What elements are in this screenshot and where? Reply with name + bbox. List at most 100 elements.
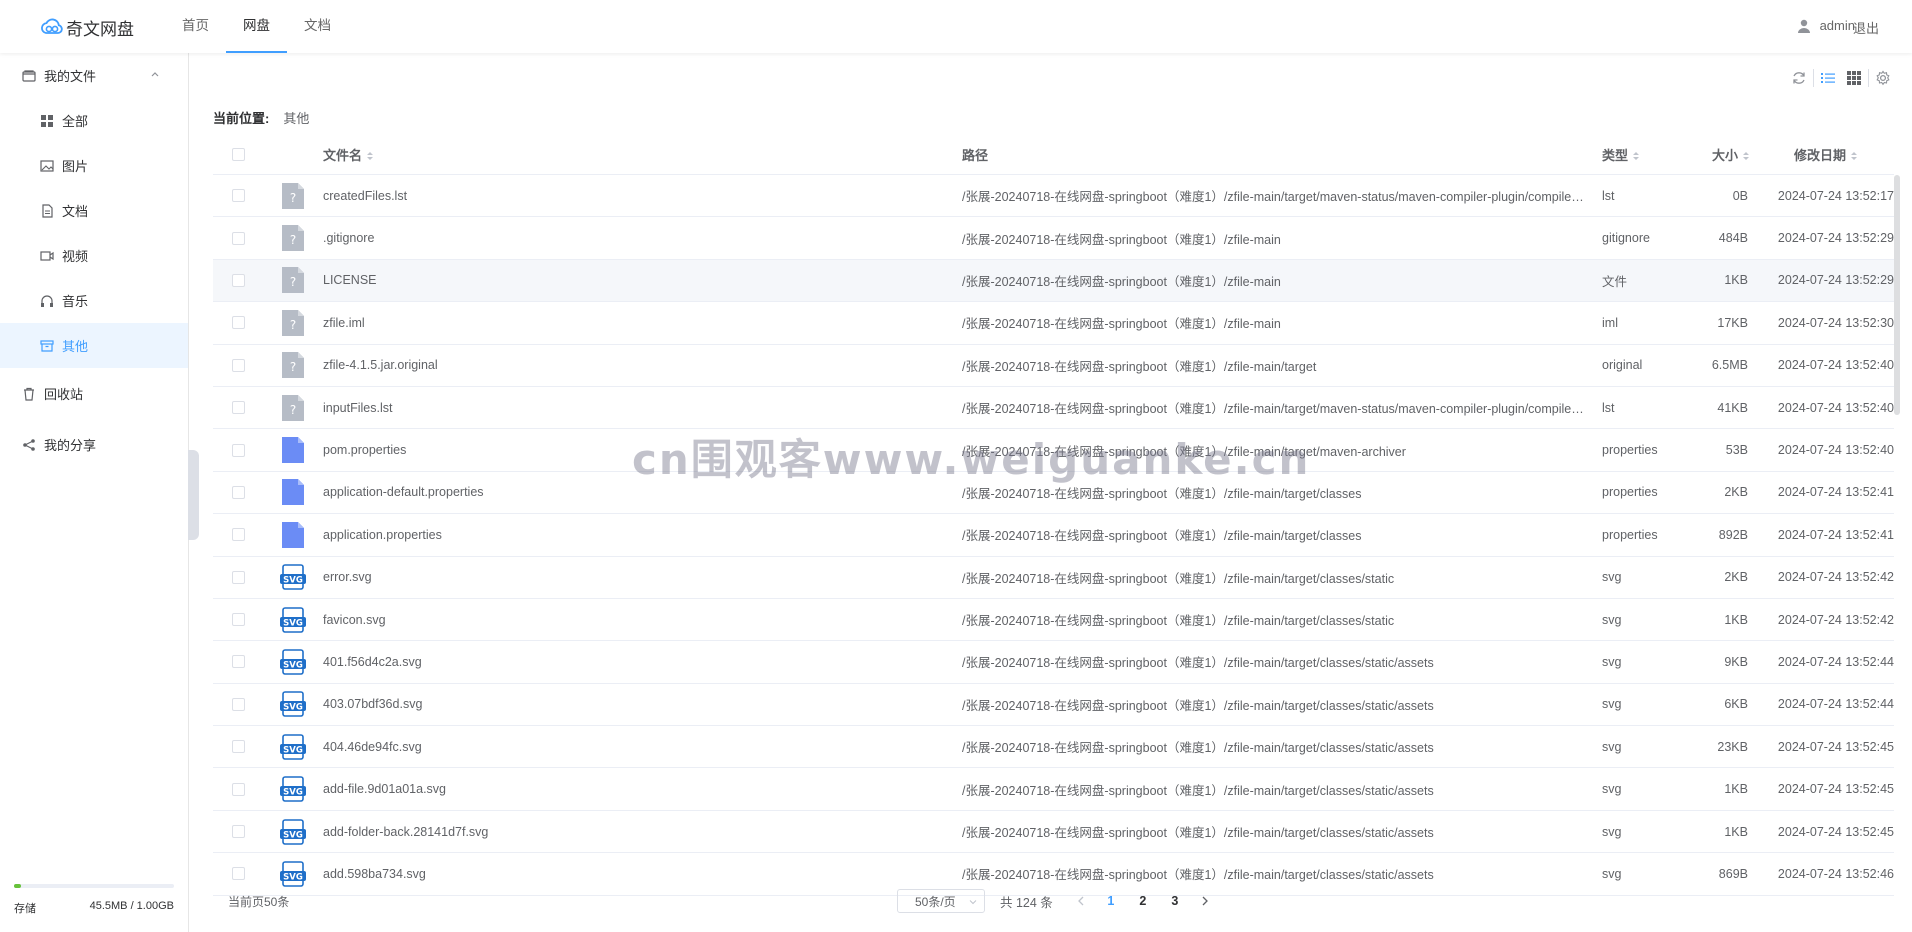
file-path[interactable]: /张展-20240718-在线网盘-springboot（难度1）/zfile-… xyxy=(962,695,1602,714)
file-path[interactable]: /张展-20240718-在线网盘-springboot（难度1）/zfile-… xyxy=(962,864,1602,883)
row-checkbox[interactable] xyxy=(231,401,245,415)
table-row[interactable]: SVG 404.46de94fc.svg/张展-20240718-在线网盘-spr… xyxy=(213,726,1894,769)
next-page-button[interactable] xyxy=(1191,896,1219,906)
file-path[interactable]: /张展-20240718-在线网盘-springboot（难度1）/zfile-… xyxy=(962,610,1602,629)
row-checkbox[interactable] xyxy=(231,655,245,669)
file-name[interactable]: error.svg xyxy=(323,570,962,584)
nav-docs[interactable]: 文档 xyxy=(287,0,348,53)
list-view-button[interactable] xyxy=(1815,67,1841,89)
table-row[interactable]: ? zfile.iml/张展-20240718-在线网盘-springboot（难… xyxy=(213,302,1894,345)
table-row[interactable]: pom.properties/张展-20240718-在线网盘-springbo… xyxy=(213,429,1894,472)
row-checkbox[interactable] xyxy=(231,358,245,372)
refresh-button[interactable] xyxy=(1786,67,1812,89)
file-name[interactable]: add-folder-back.28141d7f.svg xyxy=(323,825,962,839)
page-1[interactable]: 1 xyxy=(1095,894,1127,908)
page-2[interactable]: 2 xyxy=(1127,894,1159,908)
header-name[interactable]: 文件名 xyxy=(323,145,962,164)
app-logo[interactable]: 奇文网盘 xyxy=(40,16,134,40)
row-checkbox[interactable] xyxy=(231,782,245,796)
file-name[interactable]: 401.f56d4c2a.svg xyxy=(323,655,962,669)
file-name[interactable]: .gitignore xyxy=(323,231,962,245)
page-3[interactable]: 3 xyxy=(1159,894,1191,908)
row-checkbox[interactable] xyxy=(231,316,245,330)
table-row[interactable]: ? zfile-4.1.5.jar.original/张展-20240718-在线… xyxy=(213,345,1894,387)
prev-page-button[interactable] xyxy=(1067,896,1095,906)
sidebar-my-files[interactable]: 我的文件 xyxy=(0,53,188,98)
file-path[interactable]: /张展-20240718-在线网盘-springboot（难度1）/zfile-… xyxy=(962,186,1602,205)
table-row[interactable]: application.properties/张展-20240718-在线网盘-… xyxy=(213,514,1894,557)
sidebar-recycle-bin[interactable]: 回收站 xyxy=(0,371,188,416)
table-row[interactable]: ? .gitignore/张展-20240718-在线网盘-springboot（… xyxy=(213,217,1894,260)
table-row[interactable]: ? createdFiles.lst/张展-20240718-在线网盘-sprin… xyxy=(213,175,1894,218)
nav-home[interactable]: 首页 xyxy=(165,0,226,53)
sidebar-my-share[interactable]: 我的分享 xyxy=(0,422,188,467)
file-path[interactable]: /张展-20240718-在线网盘-springboot（难度1）/zfile-… xyxy=(962,356,1602,375)
page-size-select[interactable]: 50条/页 xyxy=(897,889,985,913)
file-path[interactable]: /张展-20240718-在线网盘-springboot（难度1）/zfile-… xyxy=(962,822,1602,841)
table-row[interactable]: SVG 401.f56d4c2a.svg/张展-20240718-在线网盘-spr… xyxy=(213,641,1894,684)
row-checkbox[interactable] xyxy=(231,613,245,627)
row-checkbox[interactable] xyxy=(231,740,245,754)
row-checkbox[interactable] xyxy=(231,273,245,287)
sidebar-item-all[interactable]: 全部 xyxy=(0,98,188,143)
sidebar-collapse-handle[interactable] xyxy=(188,450,199,540)
settings-button[interactable] xyxy=(1870,67,1896,89)
file-path[interactable]: /张展-20240718-在线网盘-springboot（难度1）/zfile-… xyxy=(962,483,1602,502)
user-menu[interactable]: admin xyxy=(1797,18,1855,33)
file-name[interactable]: createdFiles.lst xyxy=(323,189,962,203)
file-name[interactable]: 404.46de94fc.svg xyxy=(323,740,962,754)
header-size[interactable]: 大小 xyxy=(1690,145,1758,164)
file-path[interactable]: /张展-20240718-在线网盘-springboot（难度1）/zfile-… xyxy=(962,313,1602,332)
table-row[interactable]: SVG error.svg/张展-20240718-在线网盘-springboot… xyxy=(213,557,1894,599)
file-path[interactable]: /张展-20240718-在线网盘-springboot（难度1）/zfile-… xyxy=(962,652,1602,671)
table-row[interactable]: SVG 403.07bdf36d.svg/张展-20240718-在线网盘-spr… xyxy=(213,684,1894,727)
file-name[interactable]: 403.07bdf36d.svg xyxy=(323,697,962,711)
file-name[interactable]: add.598ba734.svg xyxy=(323,867,962,881)
row-checkbox[interactable] xyxy=(231,189,245,203)
table-row[interactable]: SVG favicon.svg/张展-20240718-在线网盘-springbo… xyxy=(213,599,1894,642)
header-type[interactable]: 类型 xyxy=(1602,145,1690,164)
logout-link[interactable]: 退出 xyxy=(1853,18,1879,37)
sidebar-item-docs[interactable]: 文档 xyxy=(0,188,188,233)
table-scrollbar[interactable] xyxy=(1894,175,1900,415)
file-name[interactable]: add-file.9d01a01a.svg xyxy=(323,782,962,796)
header-date[interactable]: 修改日期 xyxy=(1758,145,1894,164)
sidebar-item-video[interactable]: 视频 xyxy=(0,233,188,278)
file-path[interactable]: /张展-20240718-在线网盘-springboot（难度1）/zfile-… xyxy=(962,441,1602,460)
row-checkbox[interactable] xyxy=(231,697,245,711)
row-checkbox[interactable] xyxy=(231,231,245,245)
file-path[interactable]: /张展-20240718-在线网盘-springboot（难度1）/zfile-… xyxy=(962,398,1602,417)
table-row[interactable]: application-default.properties/张展-202407… xyxy=(213,472,1894,515)
table-row[interactable]: ? LICENSE/张展-20240718-在线网盘-springboot（难度1… xyxy=(213,259,1894,303)
sidebar-item-music[interactable]: 音乐 xyxy=(0,278,188,323)
file-name[interactable]: favicon.svg xyxy=(323,613,962,627)
file-name[interactable]: application-default.properties xyxy=(323,485,962,499)
file-path[interactable]: /张展-20240718-在线网盘-springboot（难度1）/zfile-… xyxy=(962,737,1602,756)
row-checkbox[interactable] xyxy=(231,443,245,457)
file-path[interactable]: /张展-20240718-在线网盘-springboot（难度1）/zfile-… xyxy=(962,568,1602,587)
file-path[interactable]: /张展-20240718-在线网盘-springboot（难度1）/zfile-… xyxy=(962,229,1602,248)
table-row[interactable]: SVG add-file.9d01a01a.svg/张展-20240718-在线网… xyxy=(213,768,1894,811)
file-name[interactable]: zfile-4.1.5.jar.original xyxy=(323,358,962,372)
table-row[interactable]: SVG add-folder-back.28141d7f.svg/张展-20240… xyxy=(213,811,1894,854)
sidebar-item-images[interactable]: 图片 xyxy=(0,143,188,188)
file-path[interactable]: /张展-20240718-在线网盘-springboot（难度1）/zfile-… xyxy=(962,525,1602,544)
row-checkbox[interactable] xyxy=(231,528,245,542)
select-all-checkbox[interactable] xyxy=(231,147,245,161)
file-name[interactable]: inputFiles.lst xyxy=(323,401,962,415)
file-name[interactable]: LICENSE xyxy=(323,273,962,287)
breadcrumb-current[interactable]: 其他 xyxy=(283,108,309,127)
file-name[interactable]: zfile.iml xyxy=(323,316,962,330)
file-name[interactable]: pom.properties xyxy=(323,443,962,457)
nav-netdisk[interactable]: 网盘 xyxy=(226,0,287,53)
table-row[interactable]: ? inputFiles.lst/张展-20240718-在线网盘-springb… xyxy=(213,387,1894,430)
file-path[interactable]: /张展-20240718-在线网盘-springboot（难度1）/zfile-… xyxy=(962,271,1602,290)
row-checkbox[interactable] xyxy=(231,825,245,839)
file-name[interactable]: application.properties xyxy=(323,528,962,542)
sidebar-item-other[interactable]: 其他 xyxy=(0,323,188,368)
grid-view-button[interactable] xyxy=(1841,67,1867,89)
row-checkbox[interactable] xyxy=(231,485,245,499)
file-path[interactable]: /张展-20240718-在线网盘-springboot（难度1）/zfile-… xyxy=(962,780,1602,799)
row-checkbox[interactable] xyxy=(231,570,245,584)
row-checkbox[interactable] xyxy=(231,867,245,881)
